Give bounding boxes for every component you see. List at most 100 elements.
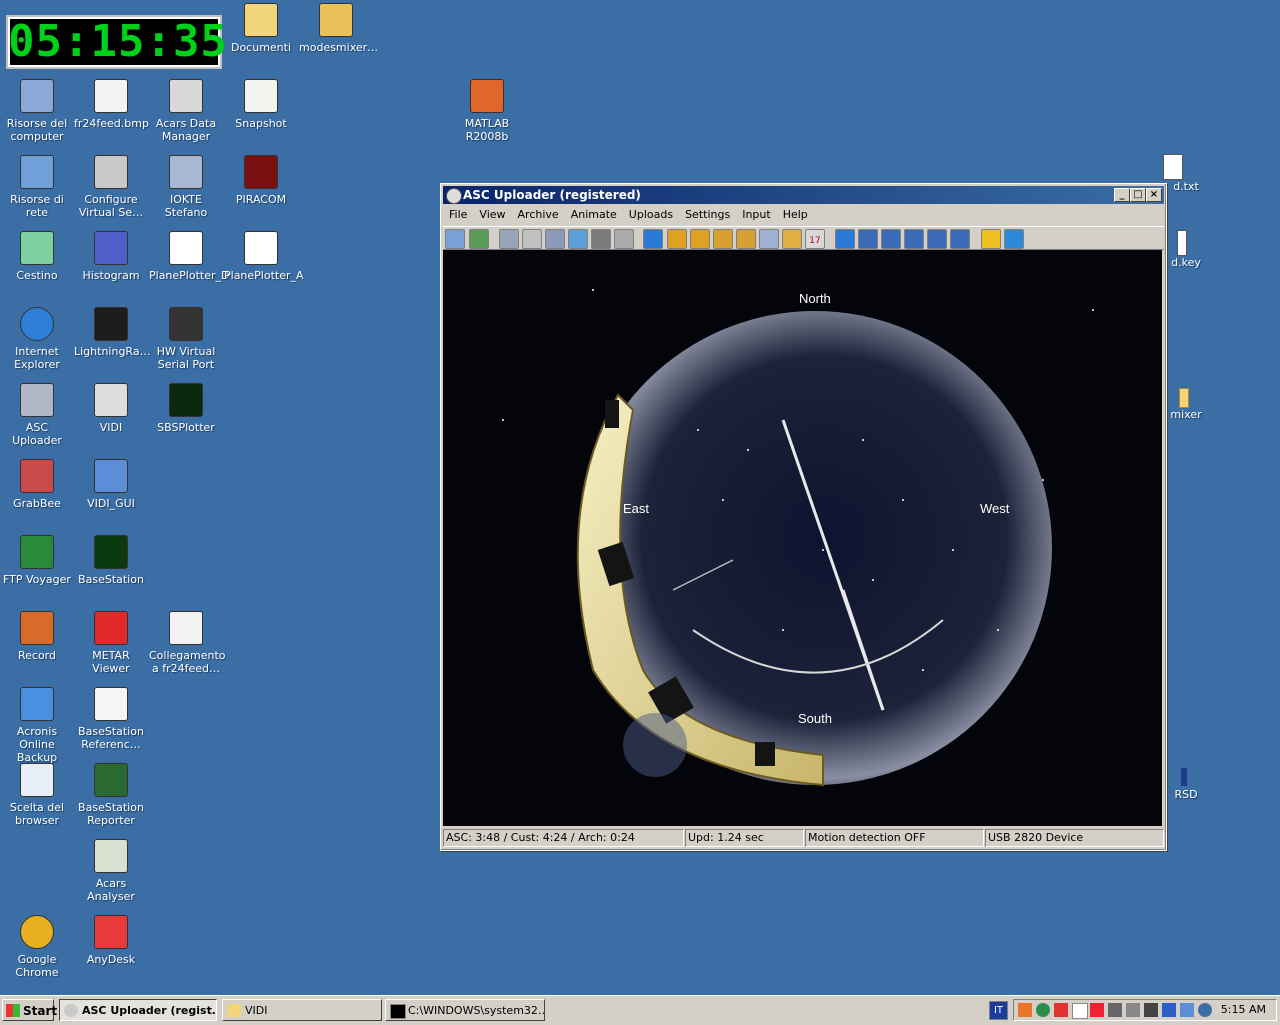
bar-icon[interactable] <box>522 229 542 249</box>
globe2-icon[interactable] <box>568 229 588 249</box>
desktop-icon[interactable]: modesmixer… <box>299 3 378 54</box>
star-icon[interactable] <box>981 229 1001 249</box>
film-b-icon[interactable] <box>881 229 901 249</box>
menu-help[interactable]: Help <box>777 206 814 223</box>
document-icon <box>94 687 128 721</box>
film-24-icon[interactable] <box>904 229 924 249</box>
globe-icon[interactable] <box>499 229 519 249</box>
desktop-icon[interactable]: PlanePlotter_A <box>224 231 304 282</box>
camera-icon[interactable] <box>614 229 634 249</box>
windows-flag-icon <box>6 1004 20 1017</box>
save-icon[interactable] <box>445 229 465 249</box>
tray-app-icon[interactable] <box>1180 1003 1194 1017</box>
tray-app-icon[interactable] <box>1036 1003 1050 1017</box>
desktop-icon[interactable]: Cestino <box>0 231 74 282</box>
menu-uploads[interactable]: Uploads <box>623 206 679 223</box>
play2-icon[interactable] <box>835 229 855 249</box>
desktop-icon[interactable]: Acars Data Manager <box>149 79 223 143</box>
list-a-icon[interactable] <box>759 229 779 249</box>
menu-input[interactable]: Input <box>736 206 776 223</box>
menu-view[interactable]: View <box>473 206 511 223</box>
virtual-serial-icon <box>169 307 203 341</box>
desktop-icon[interactable]: Documenti <box>224 3 298 54</box>
anydesk-icon[interactable] <box>1090 1003 1104 1017</box>
desktop-icon[interactable]: METAR Viewer <box>74 611 148 675</box>
film-c-icon[interactable] <box>927 229 947 249</box>
maximize-button[interactable]: □ <box>1130 188 1146 202</box>
tray-app-icon[interactable] <box>1054 1003 1068 1017</box>
menu-file[interactable]: File <box>443 206 473 223</box>
desktop-icon[interactable]: IOKTE Stefano <box>149 155 223 219</box>
desktop-icon[interactable]: VIDI_GUI <box>74 459 148 510</box>
desktop-icon[interactable]: Histogram <box>74 231 148 282</box>
desktop-icon[interactable]: AnyDesk <box>74 915 148 966</box>
desktop-icon[interactable]: FTP Voyager <box>0 535 74 586</box>
tray-app-icon[interactable] <box>1126 1003 1140 1017</box>
desktop-icon[interactable]: Configure Virtual Se… <box>74 155 148 219</box>
film-d-icon[interactable] <box>950 229 970 249</box>
chrome-icon <box>20 915 54 949</box>
taskbar-button-vidi[interactable]: VIDI <box>222 999 382 1021</box>
desktop-icon[interactable]: Acronis Online Backup <box>0 687 74 764</box>
desktop-icon[interactable]: Risorse del computer <box>0 79 74 143</box>
desktop-icon[interactable]: PlanePlotter_D <box>149 231 229 282</box>
desktop-icon-label: Cestino <box>16 269 58 282</box>
upload-icon[interactable] <box>469 229 489 249</box>
desktop-icon[interactable]: Scelta del browser <box>0 763 74 827</box>
desktop-icon[interactable]: Internet Explorer <box>0 307 74 371</box>
menu-archive[interactable]: Archive <box>512 206 565 223</box>
desktop-icon[interactable]: ASC Uploader <box>0 383 74 447</box>
menu-animate[interactable]: Animate <box>565 206 623 223</box>
menu-settings[interactable]: Settings <box>679 206 736 223</box>
desktop-icon[interactable]: MATLAB R2008b <box>450 79 524 143</box>
cam-a-icon[interactable] <box>667 229 687 249</box>
taskbar-button-cmd[interactable]: C:\WINDOWS\system32… <box>385 999 545 1021</box>
desktop-icon[interactable]: Snapshot <box>224 79 298 130</box>
desktop-icon-label: PIRACOM <box>235 193 287 206</box>
network-icon[interactable] <box>1108 1003 1122 1017</box>
desktop-icon[interactable]: Google Chrome <box>0 915 74 979</box>
desktop-icon[interactable]: Risorse di rete <box>0 155 74 219</box>
desktop-icon[interactable]: BaseStation Referenc… <box>74 687 148 751</box>
calendar-icon[interactable]: 17 <box>805 229 825 249</box>
cam-d-icon[interactable] <box>736 229 756 249</box>
cam-b-icon[interactable] <box>690 229 710 249</box>
asc-uploader-icon <box>20 383 54 417</box>
folder-docs-icon <box>244 3 278 37</box>
desktop-icon[interactable]: VIDI <box>74 383 148 434</box>
tray-app-icon[interactable] <box>1072 1003 1088 1019</box>
compass-icon[interactable] <box>1004 229 1024 249</box>
desktop-icon[interactable]: Record <box>0 611 74 662</box>
tray-app-icon[interactable] <box>1144 1003 1158 1017</box>
sky-label-south: South <box>798 711 832 726</box>
taskbar-button-asc-uploader[interactable]: ASC Uploader (regist… <box>59 999 217 1021</box>
vidi-gui-icon <box>94 459 128 493</box>
desktop-icon[interactable]: Collegamento a fr24feed… <box>149 611 226 675</box>
desktop-icon[interactable]: BaseStation Reporter <box>74 763 148 827</box>
image-icon[interactable] <box>545 229 565 249</box>
asc-uploader-window[interactable]: ASC Uploader (registered) _ □ × File View… <box>440 183 1167 851</box>
close-button[interactable]: × <box>1146 188 1162 202</box>
cam-c-icon[interactable] <box>713 229 733 249</box>
minimize-button[interactable]: _ <box>1114 188 1130 202</box>
start-button[interactable]: Start <box>2 999 57 1021</box>
tray-app-icon[interactable] <box>1198 1003 1212 1017</box>
desktop-icon[interactable]: PIRACOM <box>224 155 298 206</box>
desktop-icon[interactable]: Acars Analyser <box>74 839 148 903</box>
play-icon[interactable] <box>643 229 663 249</box>
histogram-icon[interactable] <box>591 229 611 249</box>
list-b-icon[interactable] <box>782 229 802 249</box>
film-a-icon[interactable] <box>858 229 878 249</box>
desktop-icon[interactable]: GrabBee <box>0 459 74 510</box>
desktop-icon[interactable]: LightningRa… <box>74 307 151 358</box>
desktop-icon[interactable]: HW Virtual Serial Port <box>149 307 223 371</box>
desktop-icon[interactable]: fr24feed.bmp <box>74 79 149 130</box>
tray-app-icon[interactable] <box>1162 1003 1176 1017</box>
desktop-icon[interactable]: SBSPlotter <box>149 383 223 434</box>
desktop-icon[interactable]: BaseStation <box>74 535 148 586</box>
taskbar-clock[interactable]: 5:15 AM <box>1221 1000 1266 1020</box>
language-indicator[interactable]: IT <box>989 1001 1008 1020</box>
clock-time: 05:15:35 <box>8 16 228 67</box>
tray-app-icon[interactable] <box>1018 1003 1032 1017</box>
window-titlebar[interactable]: ASC Uploader (registered) _ □ × <box>443 186 1164 204</box>
